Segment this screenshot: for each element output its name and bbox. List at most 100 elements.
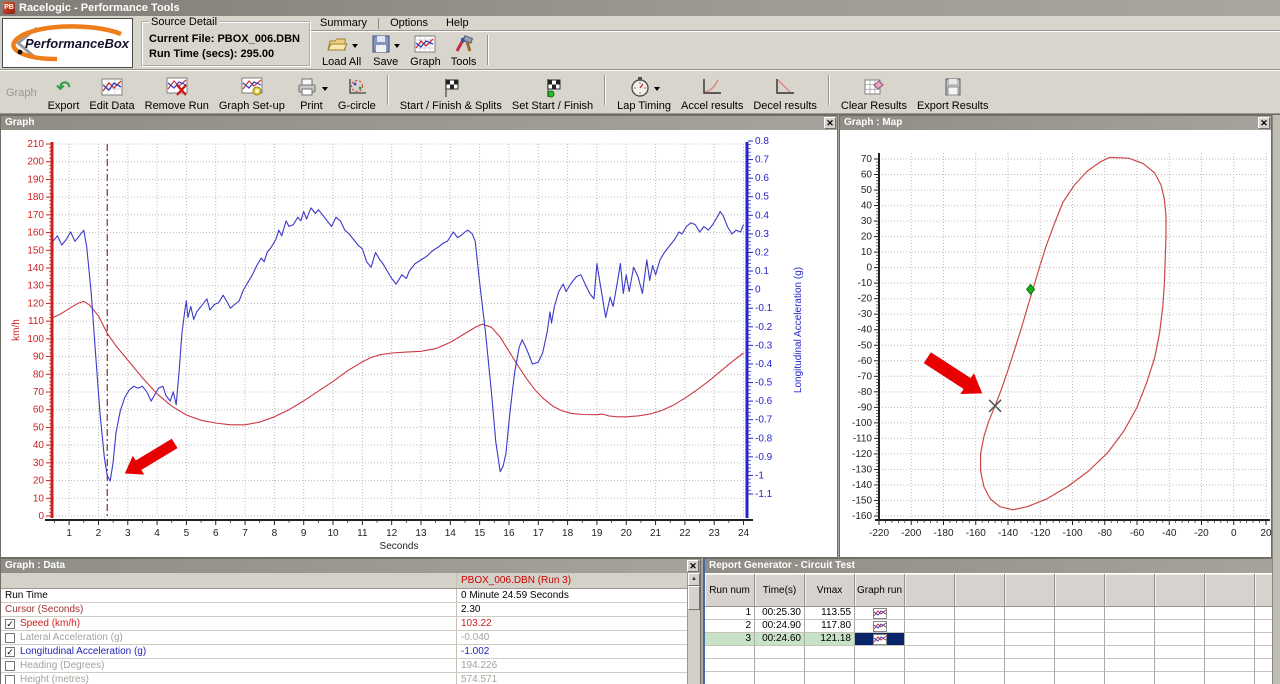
heading-checkbox[interactable]: [5, 661, 15, 671]
graph-run-cell[interactable]: [855, 620, 905, 633]
svg-text:11: 11: [357, 528, 368, 539]
close-icon[interactable]: ✕: [1258, 117, 1270, 129]
tools-button[interactable]: Tools: [446, 31, 482, 70]
row-value: 574.571: [456, 673, 689, 684]
height-checkbox[interactable]: [5, 675, 15, 684]
menu-help[interactable]: Help: [437, 16, 478, 30]
data-row: Run Time 0 Minute 24.59 Seconds: [1, 589, 700, 603]
edit-data-chart-icon: [100, 77, 124, 97]
lap-timing-button[interactable]: Lap Timing: [612, 71, 676, 114]
run-num-cell[interactable]: 3: [705, 633, 755, 646]
export-undo-icon: ↶: [56, 79, 70, 96]
svg-text:6: 6: [213, 528, 219, 539]
menu-summary[interactable]: Summary: [311, 16, 376, 30]
dropdown-arrow-icon[interactable]: [322, 87, 328, 94]
accel-results-button[interactable]: Accel results: [676, 71, 748, 114]
graph-panel-titlebar[interactable]: Graph ✕: [1, 116, 837, 130]
svg-text:50: 50: [861, 185, 873, 196]
svg-text:-110: -110: [853, 433, 873, 444]
report-panel-titlebar[interactable]: Report Generator - Circuit Test: [705, 559, 1279, 573]
dropdown-arrow-icon[interactable]: [654, 87, 660, 94]
row-label: Cursor (Seconds): [5, 604, 83, 615]
report-panel-title: Report Generator - Circuit Test: [709, 560, 855, 571]
time-cell[interactable]: 00:24.90: [755, 620, 805, 633]
speed-accel-chart[interactable]: 0102030405060708090100110120130140150160…: [1, 130, 837, 557]
close-icon[interactable]: ✕: [824, 117, 836, 129]
run-num-cell[interactable]: 1: [705, 607, 755, 620]
graph-setup-button[interactable]: Graph Set-up: [214, 71, 290, 114]
longitudinal-accel-checkbox[interactable]: [5, 647, 15, 657]
svg-text:9: 9: [301, 528, 307, 539]
row-label: Run Time: [5, 590, 48, 601]
svg-text:-1: -1: [755, 470, 764, 481]
clear-results-button[interactable]: Clear Results: [836, 71, 912, 114]
close-icon[interactable]: ✕: [687, 560, 699, 572]
stopwatch-icon: [629, 76, 651, 98]
start-finish-splits-button[interactable]: Start / Finish & Splits: [395, 71, 507, 114]
svg-text:-90: -90: [858, 402, 873, 413]
run-num-cell[interactable]: 2: [705, 620, 755, 633]
export-results-button[interactable]: Export Results: [912, 71, 994, 114]
report-row: 2 00:24.90 117.80: [705, 620, 1279, 633]
time-cell[interactable]: 00:25.30: [755, 607, 805, 620]
scroll-up-arrow-icon[interactable]: ▲: [688, 573, 700, 586]
g-circle-button[interactable]: G-circle: [333, 71, 381, 114]
col-header-time[interactable]: Time(s): [755, 574, 805, 607]
speed-checkbox[interactable]: [5, 619, 15, 629]
svg-text:15: 15: [474, 528, 486, 539]
toolbar-context-label: Graph: [4, 87, 43, 99]
svg-text:20: 20: [861, 232, 873, 243]
track-map-chart[interactable]: -160-150-140-130-120-110-100-90-80-70-60…: [840, 130, 1271, 557]
accel-curve-icon: [700, 77, 724, 97]
window-titlebar[interactable]: PB Racelogic - Performance Tools: [0, 0, 1280, 16]
row-label: Longitudinal Acceleration (g): [20, 646, 146, 657]
decel-results-button[interactable]: Decel results: [748, 71, 822, 114]
graph-button[interactable]: Graph: [405, 31, 446, 70]
load-all-button[interactable]: Load All: [317, 31, 366, 70]
lateral-accel-checkbox[interactable]: [5, 633, 15, 643]
edit-data-button[interactable]: Edit Data: [84, 71, 139, 114]
report-row-selected: 3 00:24.60 121.18: [705, 633, 1279, 646]
time-cell[interactable]: 00:24.60: [755, 633, 805, 646]
dropdown-arrow-icon[interactable]: [352, 44, 358, 51]
data-vertical-scrollbar[interactable]: ▲: [687, 573, 700, 684]
save-floppy-icon: [371, 34, 391, 54]
menu-options[interactable]: Options: [381, 16, 437, 30]
svg-text:-80: -80: [858, 387, 873, 398]
report-row: 1 00:25.30 113.55: [705, 607, 1279, 620]
svg-text:70: 70: [33, 387, 45, 398]
save-button[interactable]: Save: [366, 31, 405, 70]
data-panel: Graph : Data ✕ PBOX_006.DBN (Run 3) Run …: [0, 558, 701, 684]
data-header-file-col: PBOX_006.DBN (Run 3): [456, 573, 689, 588]
data-panel-titlebar[interactable]: Graph : Data ✕: [1, 559, 700, 573]
export-button[interactable]: ↶ Export: [43, 71, 85, 114]
map-panel-titlebar[interactable]: Graph : Map ✕: [840, 116, 1271, 130]
svg-text:-30: -30: [858, 309, 873, 320]
col-header-run-num[interactable]: Run num: [705, 574, 755, 607]
svg-text:23: 23: [709, 528, 721, 539]
remove-run-button[interactable]: Remove Run: [140, 71, 214, 114]
print-button[interactable]: Print: [290, 71, 333, 114]
col-header-vmax[interactable]: Vmax: [805, 574, 855, 607]
graph-panel-title: Graph: [5, 117, 34, 128]
svg-text:24: 24: [738, 528, 750, 539]
mdi-right-strip: [1272, 115, 1280, 684]
app-window: PB Racelogic - Performance Tools Perform…: [0, 0, 1280, 684]
graph-run-cell-selected[interactable]: [855, 633, 905, 646]
dropdown-arrow-icon[interactable]: [394, 44, 400, 51]
header-row: PerformanceBox Source Detail Current Fil…: [0, 16, 1280, 70]
source-detail-groupbox: Source Detail Current File: PBOX_006.DBN…: [141, 16, 311, 67]
svg-text:13: 13: [415, 528, 427, 539]
vmax-cell[interactable]: 113.55: [805, 607, 855, 620]
svg-text:30: 30: [33, 458, 45, 469]
graph-run-cell[interactable]: [855, 607, 905, 620]
svg-text:100: 100: [27, 334, 44, 345]
menubar: Summary Options Help: [311, 16, 1280, 31]
set-start-finish-button[interactable]: Set Start / Finish: [507, 71, 598, 114]
vmax-cell[interactable]: 121.18: [805, 633, 855, 646]
vmax-cell[interactable]: 117.80: [805, 620, 855, 633]
col-header-graph-run[interactable]: Graph run: [855, 574, 905, 607]
svg-text:-120: -120: [1030, 528, 1050, 539]
scrollbar-thumb[interactable]: [688, 586, 700, 610]
clear-grid-icon: [862, 77, 886, 97]
